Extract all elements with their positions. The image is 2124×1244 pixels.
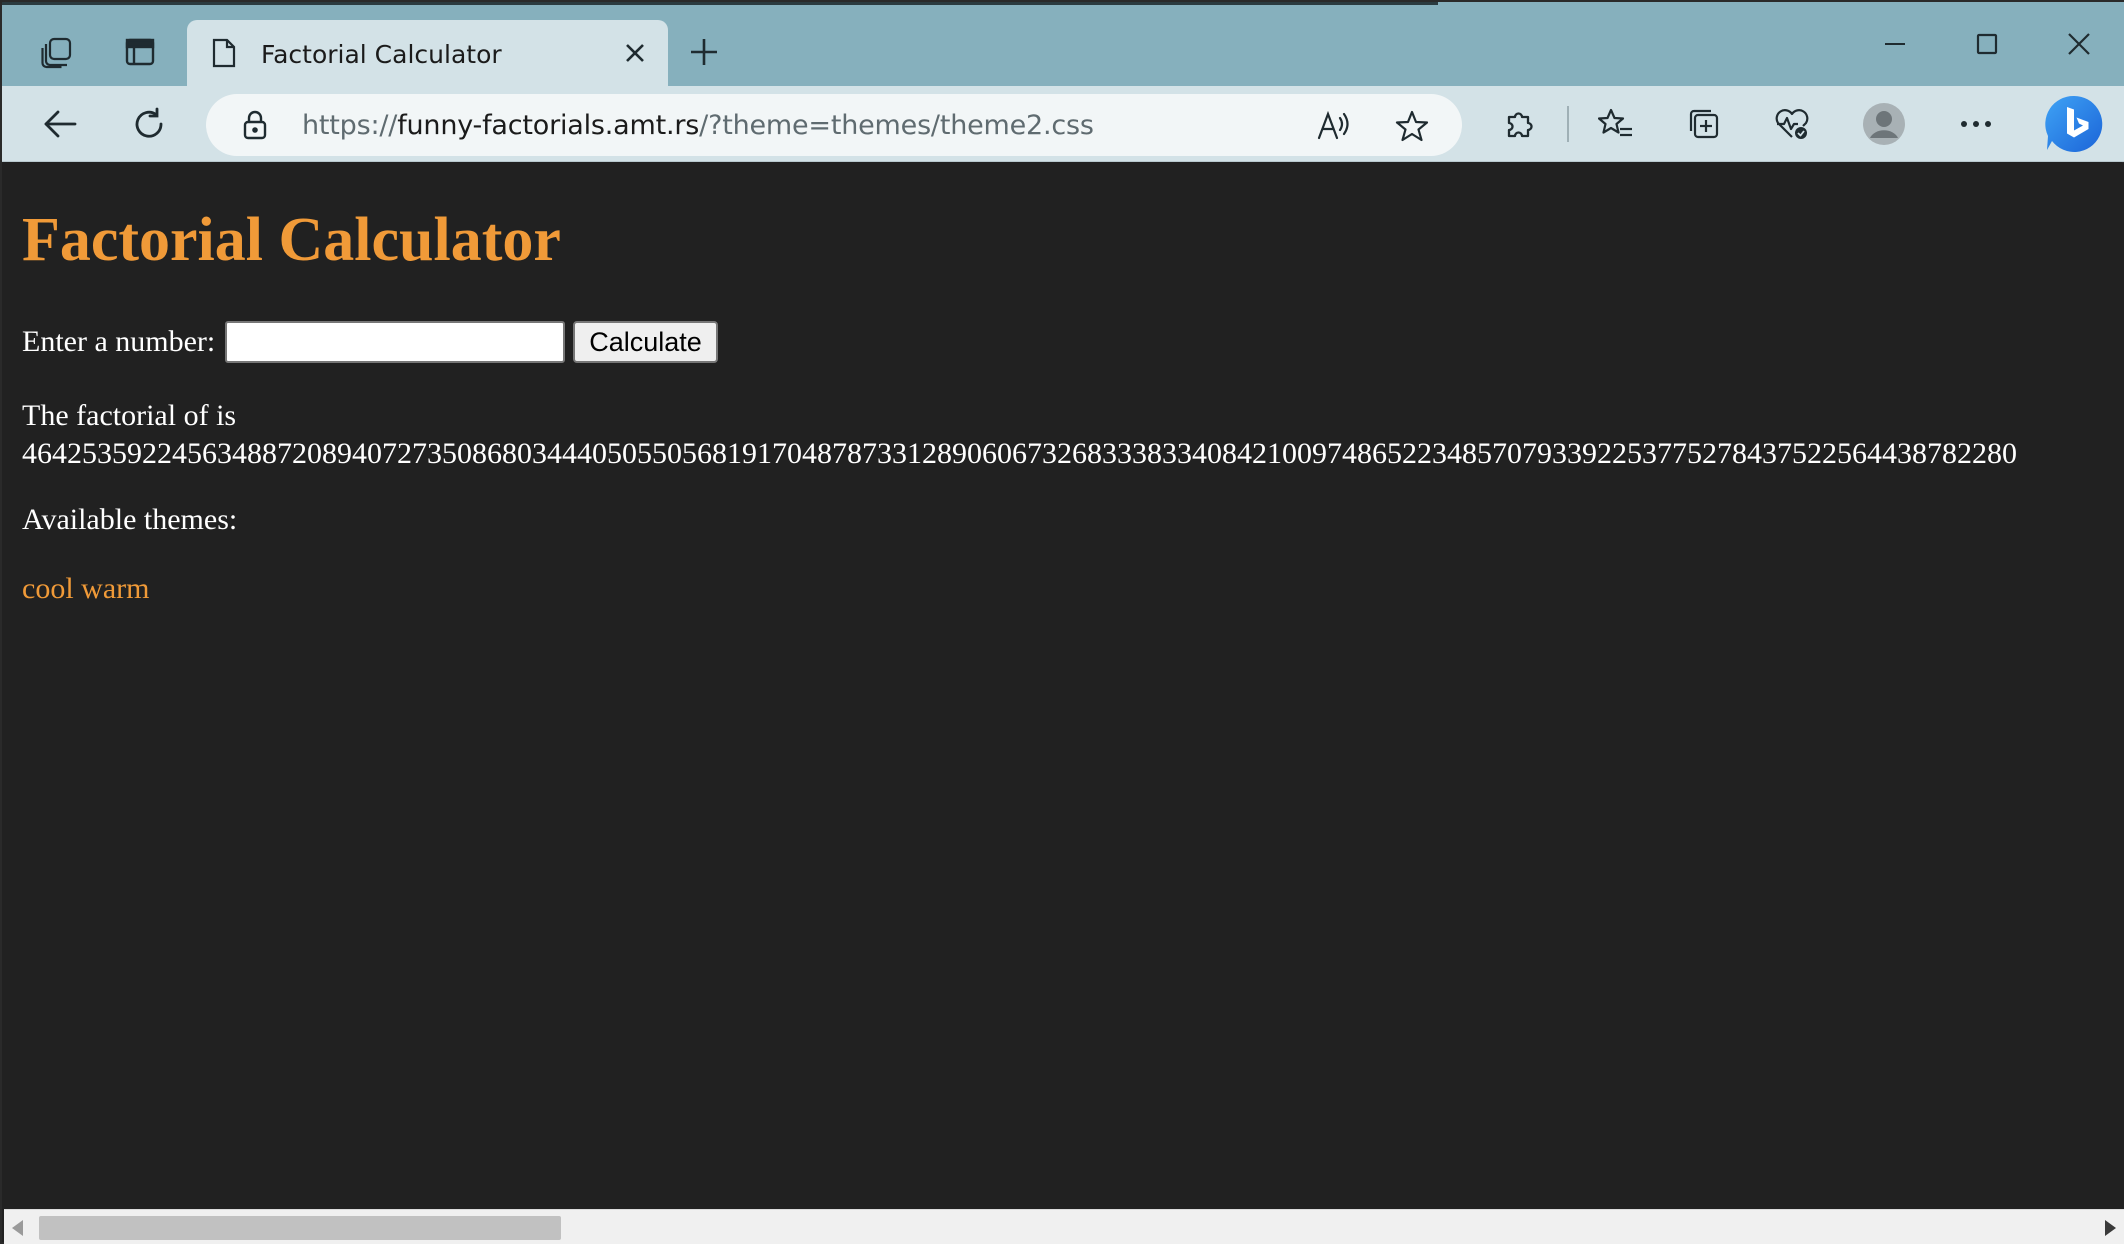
number-input[interactable] (225, 321, 566, 363)
read-aloud-button[interactable] (1308, 100, 1360, 152)
theme-link-warm[interactable]: warm (81, 572, 149, 605)
number-label: Enter a number: (22, 325, 216, 358)
refresh-icon (135, 107, 163, 138)
tab-strip: Factorial Calculator (2, 2, 2124, 86)
plus-icon (691, 39, 717, 65)
more-dots-icon (1961, 121, 1991, 127)
browser-window: Factorial Calculator https://funny-facto… (0, 0, 2124, 1244)
refresh-button[interactable] (119, 96, 179, 152)
bing-chat-icon (2045, 95, 2103, 152)
page-content: Factorial Calculator Enter a number: Cal… (4, 163, 2124, 1209)
collections-button[interactable] (1674, 96, 1734, 152)
tab-active[interactable]: Factorial Calculator (187, 20, 668, 86)
url-text: https://funny-factorials.amt.rs/?theme=t… (302, 110, 1094, 141)
themes-label: Available themes: (22, 503, 238, 536)
navigation-toolbar: https://funny-factorials.amt.rs/?theme=t… (2, 86, 2124, 162)
horizontal-scrollbar[interactable] (4, 1209, 2124, 1244)
vertical-tabs-button[interactable] (110, 24, 170, 80)
calculate-button[interactable]: Calculate (573, 321, 718, 363)
lock-icon[interactable] (242, 110, 268, 145)
scroll-left-arrow-icon[interactable] (12, 1220, 23, 1236)
copilot-button[interactable] (2038, 90, 2110, 158)
url-path: /?theme=themes/theme2.css (699, 110, 1094, 141)
collections-icon (1689, 109, 1719, 139)
result-block: The factorial of is 46425359224563488720… (22, 397, 2017, 473)
tab-title: Factorial Calculator (261, 40, 502, 69)
browser-essentials-button[interactable] (1762, 96, 1822, 152)
profile-button[interactable] (1854, 96, 1914, 152)
minimize-button[interactable] (1853, 16, 1937, 72)
read-aloud-icon (1317, 110, 1349, 140)
minimize-icon (1885, 43, 1905, 45)
extensions-button[interactable] (1490, 96, 1550, 152)
loading-bar (2, 2, 1438, 5)
url-scheme: https:// (302, 110, 398, 141)
maximize-icon (1976, 33, 1998, 55)
page-icon (211, 37, 237, 74)
new-tab-button[interactable] (676, 24, 732, 80)
tab-close-button[interactable] (616, 34, 654, 72)
back-button[interactable] (30, 96, 90, 152)
close-icon (626, 44, 644, 62)
close-icon (2068, 33, 2090, 55)
toolbar-divider (1567, 106, 1569, 142)
favorites-list-icon (1598, 108, 1632, 137)
workspaces-button[interactable] (27, 24, 87, 80)
avatar-icon (1863, 103, 1905, 145)
maximize-button[interactable] (1945, 16, 2029, 72)
scrollbar-thumb[interactable] (39, 1216, 561, 1240)
favorite-star-button[interactable] (1386, 100, 1438, 152)
heart-pulse-icon (1775, 109, 1809, 139)
url-host: funny-factorials.amt.rs (397, 110, 700, 141)
tab-actions-icon (125, 38, 155, 66)
result-text: The factorial of is (22, 399, 237, 432)
workspaces-icon (41, 37, 72, 69)
favorites-button[interactable] (1586, 96, 1646, 152)
theme-links: cool warm (22, 572, 149, 606)
factorial-form: Enter a number: Calculate (22, 321, 718, 363)
address-bar[interactable]: https://funny-factorials.amt.rs/?theme=t… (206, 94, 1462, 156)
result-value: 4642535922456348872089407273508680344405… (22, 437, 2017, 470)
settings-more-button[interactable] (1946, 96, 2006, 152)
back-arrow-icon (44, 110, 77, 138)
page-title: Factorial Calculator (22, 206, 561, 274)
scroll-right-arrow-icon[interactable] (2105, 1220, 2116, 1236)
star-icon (1395, 110, 1429, 142)
puzzle-icon (1507, 112, 1533, 138)
window-close-button[interactable] (2037, 16, 2121, 72)
theme-link-cool[interactable]: cool (22, 572, 74, 605)
